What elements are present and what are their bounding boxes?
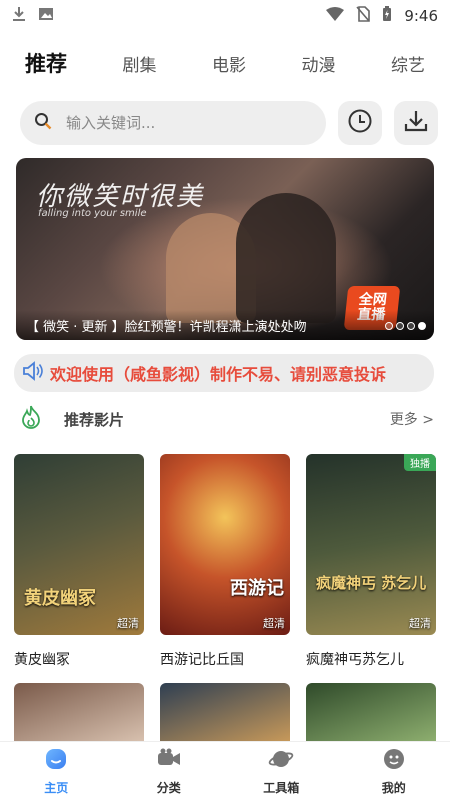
movie-title: 西游记比丘国 — [160, 652, 244, 668]
bottom-navigation: 主页 分类 工具箱 我的 — [0, 741, 450, 801]
movie-card[interactable] — [306, 683, 436, 743]
nav-profile-label: 我的 — [381, 781, 406, 795]
banner-image-figure — [236, 193, 336, 323]
notice-text: 欢迎使用（咸鱼影视）制作不易、请别恶意投诉 — [50, 365, 387, 384]
quality-badge: 超清 — [117, 617, 139, 630]
movie-grid: 黄皮幽冢 超清 黄皮幽冢 西游记 超清 西游记比丘国 独播 疯魔神丐 苏乞儿 超… — [14, 454, 438, 743]
recommended-section-header: 推荐影片 更多 > — [20, 403, 434, 435]
search-box[interactable] — [20, 101, 326, 145]
tab-movies[interactable]: 电影 — [212, 51, 246, 76]
carousel-dot[interactable] — [407, 322, 415, 330]
movie-card[interactable] — [160, 683, 290, 743]
notice-bar: 欢迎使用（咸鱼影视）制作不易、请别恶意投诉 — [14, 354, 434, 392]
nav-toolbox[interactable]: 工具箱 — [241, 747, 321, 796]
banner-carousel[interactable]: 你微笑时很美 falling into your smile 全网 直播 【 微… — [16, 158, 434, 340]
nav-home[interactable]: 主页 — [16, 747, 96, 796]
carousel-dot-active[interactable] — [418, 322, 426, 330]
image-notification-icon — [38, 6, 54, 26]
tab-anime[interactable]: 动漫 — [302, 51, 336, 76]
category-tabs: 推荐 剧集 电影 动漫 综艺 — [0, 38, 450, 88]
home-icon — [44, 747, 68, 775]
movie-card[interactable]: 独播 疯魔神丐 苏乞儿 超清 疯魔神丐苏乞儿 — [306, 454, 436, 669]
status-time: 9:46 — [404, 7, 438, 25]
nav-profile[interactable]: 我的 — [354, 747, 434, 796]
quality-badge: 超清 — [409, 617, 431, 630]
exclusive-tag: 独播 — [404, 454, 436, 471]
download-icon — [403, 108, 429, 138]
poster-title-art: 疯魔神丐 苏乞儿 — [316, 574, 427, 592]
movie-poster: 黄皮幽冢 超清 — [14, 454, 144, 635]
movie-title: 黄皮幽冢 — [14, 652, 70, 668]
tab-series[interactable]: 剧集 — [123, 51, 157, 76]
face-icon — [382, 747, 406, 775]
movie-poster: 独播 疯魔神丐 苏乞儿 超清 — [306, 454, 436, 635]
movie-poster — [160, 683, 290, 743]
no-sim-icon — [356, 6, 371, 26]
battery-icon — [382, 6, 392, 26]
live-badge-line1: 全网 — [357, 292, 388, 309]
carousel-dot[interactable] — [385, 322, 393, 330]
clock-icon — [347, 108, 373, 138]
tab-variety[interactable]: 综艺 — [391, 51, 425, 76]
speaker-icon — [22, 361, 44, 385]
banner-subtitle: falling into your smile — [38, 208, 147, 219]
nav-category-label: 分类 — [156, 781, 181, 795]
wifi-icon — [326, 7, 345, 25]
carousel-dot[interactable] — [396, 322, 404, 330]
nav-toolbox-label: 工具箱 — [263, 781, 300, 795]
status-bar: 9:46 — [0, 0, 450, 32]
nav-home-label: 主页 — [44, 781, 69, 795]
carousel-indicator — [385, 322, 426, 330]
poster-title-art: 西游记 — [230, 578, 284, 599]
quality-badge: 超清 — [263, 617, 285, 630]
movie-card[interactable]: 黄皮幽冢 超清 黄皮幽冢 — [14, 454, 144, 669]
more-link[interactable]: 更多 > — [390, 409, 434, 429]
movie-title: 疯魔神丐苏乞儿 — [306, 652, 404, 668]
poster-title-art: 黄皮幽冢 — [24, 588, 96, 609]
tab-recommend[interactable]: 推荐 — [25, 48, 67, 78]
movie-poster — [14, 683, 144, 743]
search-input[interactable] — [64, 113, 312, 133]
download-button[interactable] — [394, 101, 438, 145]
search-icon — [34, 112, 52, 134]
download-notification-icon — [12, 6, 26, 26]
nav-category[interactable]: 分类 — [129, 747, 209, 796]
fire-icon — [20, 405, 42, 433]
history-button[interactable] — [338, 101, 382, 145]
movie-poster — [306, 683, 436, 743]
video-camera-icon — [156, 747, 182, 775]
search-row — [20, 100, 438, 146]
planet-icon — [268, 747, 294, 775]
movie-card[interactable] — [14, 683, 144, 743]
movie-card[interactable]: 西游记 超清 西游记比丘国 — [160, 454, 290, 669]
section-title: 推荐影片 — [64, 410, 125, 429]
banner-caption: 【 微笑 · 更新 】脸红预警！许凯程潇上演处处吻 — [16, 310, 434, 340]
movie-poster: 西游记 超清 — [160, 454, 290, 635]
